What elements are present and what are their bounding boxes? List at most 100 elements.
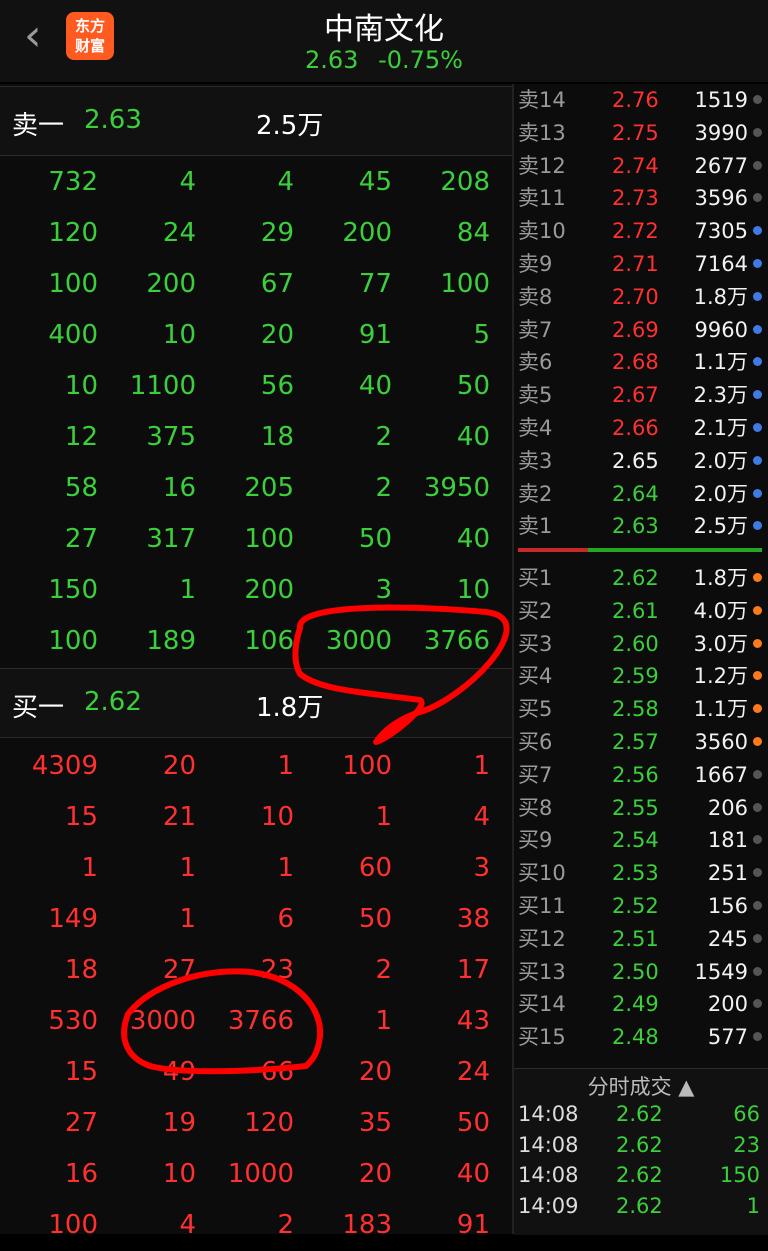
- level-volume: 3596: [694, 186, 748, 211]
- buy-summary-row[interactable]: 买一 2.62 1.8万: [0, 668, 512, 738]
- ask-level-row[interactable]: 卖13 2.75 3990: [514, 117, 768, 150]
- status-dot-icon: [753, 966, 762, 976]
- buy-queue-cell: 17: [456, 955, 490, 985]
- ask-level-row[interactable]: 卖8 2.70 1.8万: [514, 281, 768, 314]
- status-dot-icon: [753, 488, 762, 498]
- ask-level-row[interactable]: 卖12 2.74 2677: [514, 150, 768, 183]
- level-price: 2.57: [612, 730, 659, 754]
- sell-queue-cell: 91: [358, 320, 392, 350]
- status-dot-icon: [753, 226, 762, 236]
- sell-queue-cell: 77: [358, 269, 392, 299]
- level-price: 2.54: [612, 828, 659, 853]
- level-price: 2.63: [612, 514, 659, 539]
- sell-queue-cell: 375: [146, 422, 196, 452]
- sell-queue-cell: 56: [260, 371, 294, 401]
- level-volume: 200: [707, 992, 748, 1017]
- tick-trades-header[interactable]: 分时成交 ▲: [514, 1071, 768, 1101]
- status-dot-icon: [753, 455, 762, 465]
- sell-queue-cell: 29: [260, 218, 294, 248]
- buy-queue-cell: 1000: [227, 1159, 294, 1189]
- sell-queue-cell: 10: [64, 371, 98, 401]
- status-dot-icon: [753, 802, 762, 812]
- ask-level-row[interactable]: 卖11 2.73 3596: [514, 182, 768, 215]
- level-volume: 2.1万: [693, 416, 748, 440]
- buy-queue-cell: 4309: [31, 751, 98, 781]
- buy-queue-cell: 1: [179, 853, 196, 883]
- ask-level-row[interactable]: 卖5 2.67 2.3万: [514, 379, 768, 412]
- level-volume: 206: [707, 795, 748, 820]
- bid-level-row[interactable]: 买14 2.49 200: [514, 988, 768, 1021]
- sell-summary-volume: 2.5万: [256, 111, 324, 141]
- tick-time: 14:09: [518, 1193, 579, 1218]
- status-dot-icon: [753, 638, 762, 648]
- level-label: 卖8: [518, 284, 553, 309]
- bid-level-row[interactable]: 买13 2.50 1549: [514, 956, 768, 989]
- ask-level-row[interactable]: 卖10 2.72 7305: [514, 215, 768, 248]
- bid-level-row[interactable]: 买12 2.51 245: [514, 923, 768, 956]
- buy-queue-cell: 27: [64, 1108, 98, 1138]
- tick-time: 14:08: [518, 1163, 579, 1187]
- bid-level-row[interactable]: 买15 2.48 577: [514, 1021, 768, 1054]
- status-dot-icon: [753, 605, 762, 615]
- status-dot-icon: [753, 868, 762, 878]
- buy-queue-cell: 38: [456, 904, 490, 934]
- sell-queue-cell: 50: [358, 524, 392, 554]
- ask-level-row[interactable]: 卖4 2.66 2.1万: [514, 412, 768, 445]
- status-dot-icon: [753, 1032, 762, 1042]
- sell-queue-cell: 200: [146, 269, 196, 299]
- ask-level-row[interactable]: 卖7 2.69 9960: [514, 314, 768, 347]
- status-dot-icon: [753, 193, 762, 203]
- level-volume: 1.1万: [693, 697, 748, 722]
- bid-level-row[interactable]: 买3 2.60 3.0万: [514, 628, 768, 661]
- ask-level-row[interactable]: 卖3 2.65 2.0万: [514, 445, 768, 478]
- level-volume: 577: [707, 1025, 748, 1050]
- sell-queue-cell: 3: [375, 575, 392, 605]
- ask-level-row[interactable]: 卖1 2.63 2.5万: [514, 510, 768, 543]
- buy-queue-cell: 10: [260, 802, 294, 832]
- bid-level-row[interactable]: 买8 2.55 206: [514, 792, 768, 825]
- stock-name: 中南文化: [324, 12, 444, 47]
- buy-queue-row: 100 4 2 183 91: [0, 1200, 512, 1251]
- sell-queue-row: 12 375 18 2 40: [0, 412, 512, 463]
- status-dot-icon: [753, 769, 762, 779]
- bid-level-row[interactable]: 买11 2.52 156: [514, 890, 768, 923]
- buy-queue-cell: 43: [456, 1006, 490, 1036]
- sell-queue-cell: 1100: [129, 371, 196, 401]
- bid-level-row[interactable]: 买6 2.57 3560: [514, 726, 768, 759]
- ask-level-row[interactable]: 卖14 2.76 1519: [514, 84, 768, 117]
- status-dot-icon: [753, 127, 762, 137]
- bid-level-row[interactable]: 买4 2.59 1.2万: [514, 660, 768, 693]
- status-dot-icon: [753, 521, 762, 531]
- level-volume: 1.8万: [693, 566, 748, 590]
- level-price: 2.72: [612, 219, 659, 244]
- level-price: 2.75: [612, 120, 659, 145]
- level-label: 卖13: [518, 120, 566, 145]
- bid-level-row[interactable]: 买10 2.53 251: [514, 857, 768, 890]
- tick-row: 14:08 2.62 66: [514, 1099, 768, 1129]
- level-volume: 1667: [694, 762, 748, 787]
- stock-change: -0.75%: [378, 46, 463, 74]
- tick-time: 14:08: [518, 1132, 579, 1157]
- buy-queue-row: 27 19 120 35 50: [0, 1098, 512, 1149]
- bid-level-row[interactable]: 买5 2.58 1.1万: [514, 693, 768, 726]
- sell-queue-cell: 317: [146, 524, 196, 554]
- ask-level-row[interactable]: 卖6 2.68 1.1万: [514, 346, 768, 379]
- sell-queue-cell: 208: [440, 167, 490, 197]
- tick-price: 2.62: [616, 1163, 663, 1187]
- level-price: 2.50: [612, 959, 659, 984]
- level-price: 2.64: [612, 481, 659, 506]
- bid-level-row[interactable]: 买2 2.61 4.0万: [514, 595, 768, 628]
- buy-queue-cell: 91: [456, 1210, 490, 1240]
- level-volume: 2.3万: [693, 383, 748, 408]
- level-volume: 1519: [694, 88, 748, 112]
- sell-summary-row[interactable]: 卖一 2.63 2.5万: [0, 86, 512, 156]
- bid-level-row[interactable]: 买9 2.54 181: [514, 824, 768, 857]
- level-volume: 1.8万: [693, 284, 748, 309]
- ask-level-row[interactable]: 卖9 2.71 7164: [514, 248, 768, 281]
- ask-level-row[interactable]: 卖2 2.64 2.0万: [514, 478, 768, 511]
- sell-queue-cell: 3766: [423, 626, 490, 656]
- bid-level-row[interactable]: 买1 2.62 1.8万: [514, 562, 768, 595]
- bid-level-row[interactable]: 买7 2.56 1667: [514, 759, 768, 792]
- sell-queue-row: 150 1 200 3 10: [0, 565, 512, 616]
- level-volume: 9960: [694, 317, 748, 342]
